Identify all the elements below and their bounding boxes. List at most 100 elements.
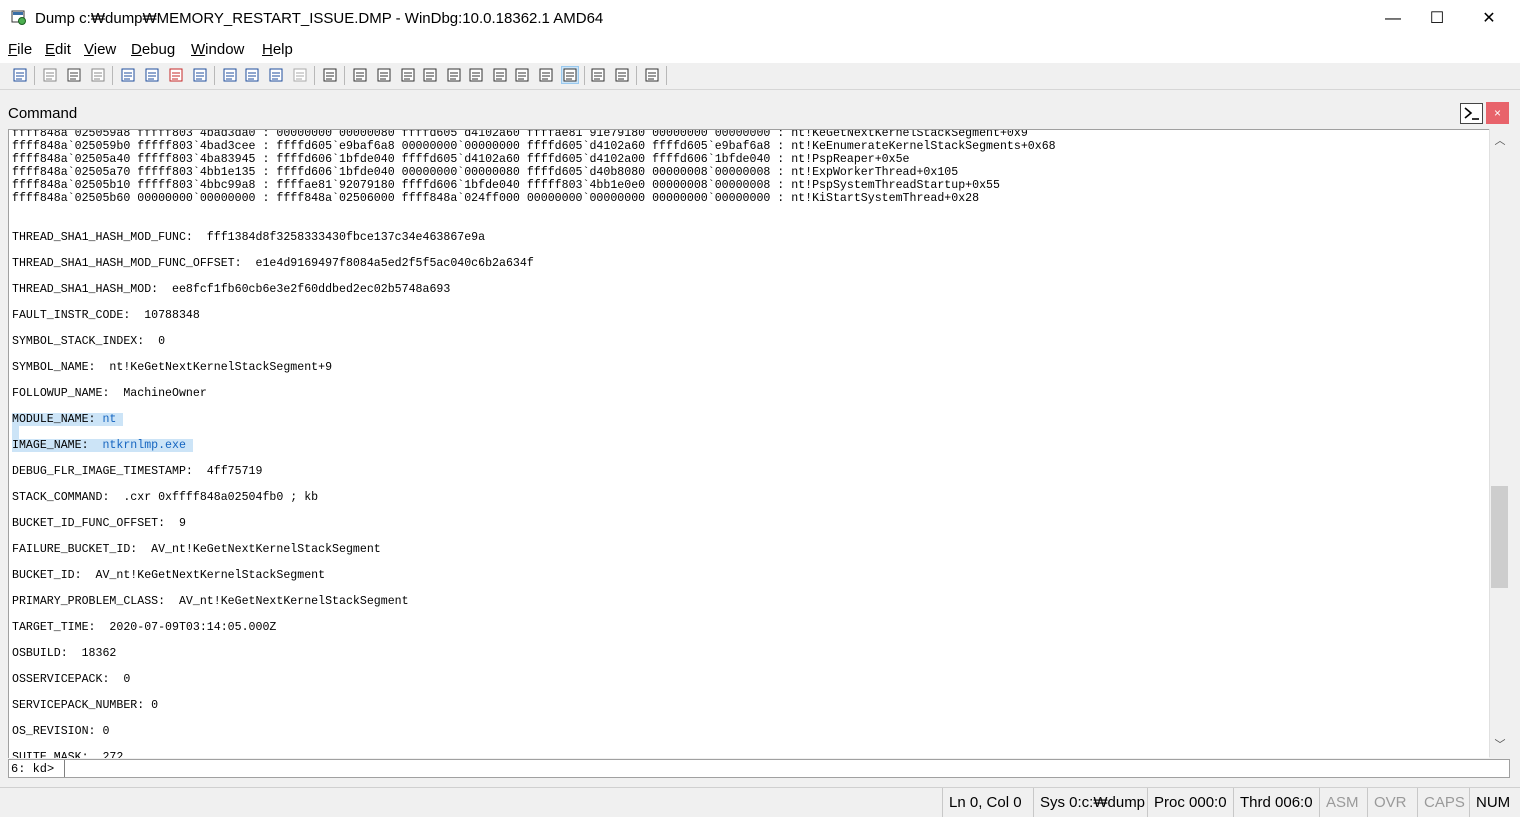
registers-window-icon[interactable] (422, 67, 438, 83)
source-mode-on-icon[interactable] (561, 66, 579, 84)
copy-icon[interactable] (66, 67, 82, 83)
output-line: PRIMARY_PROBLEM_CLASS: AV_nt!KeGetNextKe… (12, 595, 409, 608)
command-input[interactable] (67, 760, 1507, 777)
output-value: nt (95, 413, 124, 426)
open-icon[interactable] (12, 67, 28, 83)
command-window-icon[interactable] (352, 67, 368, 83)
scratch-pad-icon[interactable] (514, 67, 530, 83)
output-line: THREAD_SHA1_HASH_MOD: ee8fcf1fb60cb6e3e2… (12, 283, 451, 296)
menu-bar: File Edit View Debug Window Help (0, 38, 1520, 63)
output-value: ntkrnlmp.exe (88, 439, 193, 452)
break-icon[interactable] (192, 67, 208, 83)
output-line: FOLLOWUP_NAME: MachineOwner (12, 387, 207, 400)
output-line: DEBUG_FLR_IMAGE_TIMESTAMP: 4ff75719 (12, 465, 263, 478)
menu-help[interactable]: Help (262, 41, 293, 58)
command-prompt-icon[interactable] (1460, 103, 1483, 124)
locals-window-icon[interactable] (400, 67, 416, 83)
output-lines: ffff848a`025059a8 fffff803`4bad3da0 : 00… (12, 129, 1056, 758)
toolbar-separator (112, 66, 113, 85)
output-line: FAULT_INSTR_CODE: 10788348 (12, 309, 200, 322)
output-line: OSSERVICEPACK: 0 (12, 673, 131, 686)
step-over-icon[interactable] (244, 67, 260, 83)
output-line: SERVICEPACK_NUMBER: 0 (12, 699, 159, 712)
menu-view[interactable]: View (84, 41, 116, 58)
status-proc: Proc 000:0 (1147, 788, 1233, 817)
prompt-divider (64, 760, 65, 777)
stop-debugging-icon[interactable] (168, 67, 184, 83)
output-line: ffff848a`025059b0 fffff803`4bad3cee : ff… (12, 140, 1056, 153)
status-thrd: Thrd 006:0 (1233, 788, 1319, 817)
go-icon[interactable] (120, 67, 136, 83)
status-line-col: Ln 0, Col 0 (942, 788, 1033, 817)
output-line: BUCKET_ID_FUNC_OFFSET: 9 (12, 517, 186, 530)
call-stack-icon[interactable] (468, 67, 484, 83)
source-mode-icon[interactable] (322, 67, 338, 83)
vertical-scrollbar[interactable]: ︿ ﹀ (1489, 129, 1510, 757)
window-title: Dump c:₩dump₩MEMORY_RESTART_ISSUE.DMP - … (35, 10, 604, 27)
step-into-icon[interactable] (222, 67, 238, 83)
status-asm: ASM (1319, 788, 1367, 817)
output-line: ffff848a`02505a70 fffff803`4bb1e135 : ff… (12, 166, 959, 179)
command-output[interactable]: ffff848a`025059a8 fffff803`4bad3da0 : 00… (8, 129, 1489, 758)
status-bar: Ln 0, Col 0 Sys 0:c:₩dump Proc 000:0 Thr… (0, 787, 1520, 817)
output-key: MODULE_NAME: (12, 413, 96, 426)
processes-threads-icon[interactable] (538, 67, 554, 83)
toolbar-separator (666, 66, 667, 85)
menu-access-key: H (262, 41, 273, 58)
toolbar-separator (34, 66, 35, 85)
menu-access-key: W (191, 41, 206, 58)
command-input-row: 6: kd> (8, 759, 1510, 778)
status-num: NUM (1469, 788, 1520, 817)
output-line: ffff848a`025059a8 fffff803`4bad3da0 : 00… (12, 129, 1028, 140)
status-ovr: OVR (1367, 788, 1417, 817)
font-icon[interactable] (614, 67, 630, 83)
menu-edit[interactable]: Edit (45, 41, 71, 58)
disassembly-icon[interactable] (492, 67, 508, 83)
output-line: OS_REVISION: 0 (12, 725, 110, 738)
close-button[interactable]: ✕ (1466, 0, 1512, 38)
step-out-icon[interactable] (268, 67, 284, 83)
cut-icon[interactable] (42, 67, 58, 83)
windbg-app-icon (11, 10, 27, 26)
output-line: BUCKET_ID: AV_nt!KeGetNextKernelStackSeg… (12, 569, 326, 582)
menu-window[interactable]: Window (191, 41, 244, 58)
menu-file[interactable]: File (8, 41, 32, 58)
output-line: SYMBOL_STACK_INDEX: 0 (12, 335, 166, 348)
options-icon[interactable] (644, 67, 660, 83)
toolbar (0, 63, 1520, 90)
scroll-thumb[interactable] (1491, 486, 1508, 588)
title-bar: Dump c:₩dump₩MEMORY_RESTART_ISSUE.DMP - … (0, 0, 1520, 38)
watch-window-icon[interactable] (376, 67, 392, 83)
output-line: ffff848a`02505b60 00000000`00000000 : ff… (12, 192, 980, 205)
minimize-button[interactable]: — (1370, 0, 1416, 38)
menu-access-key: V (84, 41, 94, 58)
output-line: TARGET_TIME: 2020-07-09T03:14:05.000Z (12, 621, 277, 634)
run-to-cursor-icon[interactable] (292, 67, 308, 83)
toolbar-separator (314, 66, 315, 85)
restart-icon[interactable] (144, 67, 160, 83)
scroll-up-arrow-icon[interactable]: ︿ (1490, 133, 1510, 149)
source-mode-off-icon[interactable] (590, 67, 606, 83)
scroll-down-arrow-icon[interactable]: ﹀ (1490, 737, 1510, 753)
status-caps: CAPS (1417, 788, 1469, 817)
menu-debug[interactable]: Debug (131, 41, 175, 58)
maximize-button[interactable]: ☐ (1414, 0, 1460, 38)
status-sys: Sys 0:c:₩dump (1033, 788, 1147, 817)
paste-icon[interactable] (90, 67, 106, 83)
pane-close-button[interactable]: × (1486, 102, 1509, 124)
memory-window-icon[interactable] (446, 67, 462, 83)
output-line: FAILURE_BUCKET_ID: AV_nt!KeGetNextKernel… (12, 543, 381, 556)
